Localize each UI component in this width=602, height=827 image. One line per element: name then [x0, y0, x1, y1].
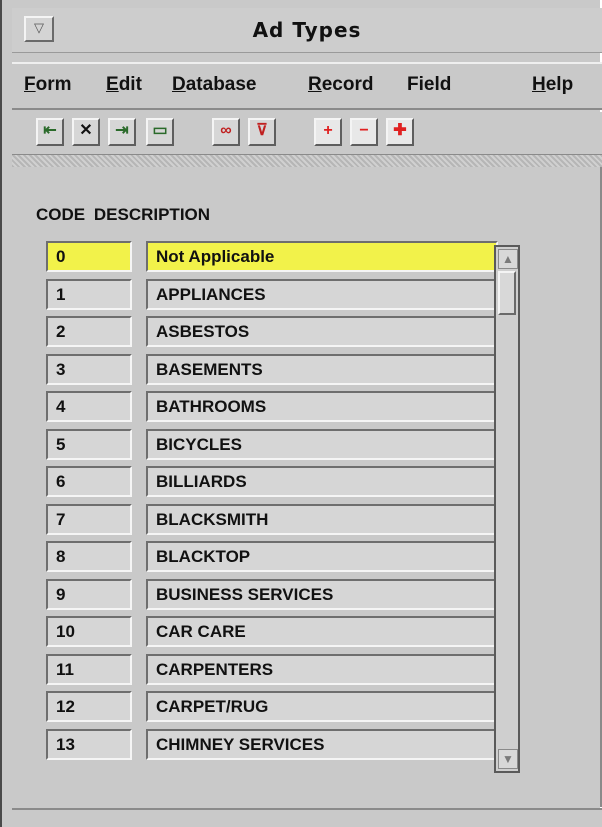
code-field[interactable]: 4: [46, 391, 132, 422]
column-headers: CODE DESCRIPTION: [36, 205, 214, 225]
menu-label: Database: [172, 74, 257, 95]
menu-help[interactable]: Help: [532, 74, 573, 96]
enter-query-icon: ⇥: [115, 122, 129, 139]
column-header-description: DESCRIPTION: [93, 205, 211, 224]
enter-query-button[interactable]: ⇥: [108, 118, 136, 146]
separator-hatch: [12, 155, 602, 167]
screen-icon: ▭: [152, 122, 168, 139]
menu-label: Help: [532, 74, 574, 95]
description-field[interactable]: BATHROOMS: [146, 391, 498, 422]
code-field[interactable]: 11: [46, 653, 132, 685]
vertical-scrollbar[interactable]: ▲ ▼: [494, 245, 520, 773]
description-field[interactable]: CAR CARE: [146, 616, 498, 647]
query-filter-icon: ⊽: [256, 122, 268, 139]
code-field[interactable]: 12: [46, 691, 132, 722]
exit-form-icon: ⇤: [43, 122, 57, 139]
remove-record-button[interactable]: −: [350, 118, 378, 146]
description-field[interactable]: APPLIANCES: [146, 278, 498, 310]
menu-label: Field: [407, 74, 452, 95]
duplicate-record-icon: ✚: [393, 122, 407, 139]
description-field[interactable]: Not Applicable: [146, 241, 498, 272]
description-field[interactable]: BICYCLES: [146, 428, 498, 460]
menu-bar: Form Edit Database Record Field Help: [12, 62, 602, 110]
window-title: Ad Types: [252, 18, 362, 42]
code-field[interactable]: 6: [46, 466, 132, 497]
remove-record-icon: −: [359, 122, 369, 139]
menu-label: Record: [308, 74, 374, 95]
glasses-view-button[interactable]: ∞: [212, 118, 240, 146]
title-bar[interactable]: ▽ Ad Types: [12, 8, 602, 53]
code-field[interactable]: 9: [46, 578, 132, 610]
description-field[interactable]: BLACKTOP: [146, 541, 498, 572]
toolbar: ⇤ ✕ ⇥ ▭ ∞ ⊽ + − ✚: [12, 112, 602, 155]
column-header-code: CODE: [36, 205, 86, 224]
screen-button[interactable]: ▭: [146, 118, 174, 146]
scroll-down-icon[interactable]: ▼: [498, 749, 518, 769]
code-field[interactable]: 1: [46, 278, 132, 310]
scroll-up-icon[interactable]: ▲: [498, 249, 518, 269]
menu-field[interactable]: Field: [407, 74, 451, 96]
menu-database[interactable]: Database: [172, 74, 257, 96]
code-field[interactable]: 2: [46, 316, 132, 347]
description-field[interactable]: CARPENTERS: [146, 653, 498, 685]
description-field[interactable]: BLACKSMITH: [146, 503, 498, 535]
code-field[interactable]: 5: [46, 428, 132, 460]
exit-form-button[interactable]: ⇤: [36, 118, 64, 146]
code-field[interactable]: 0: [46, 241, 132, 272]
menu-label: Form: [24, 74, 72, 95]
ad-types-window: ▽ Ad Types Form Edit Database Record Field He…: [0, 0, 602, 827]
code-field[interactable]: 8: [46, 541, 132, 572]
delete-x-icon: ✕: [79, 122, 93, 139]
code-field[interactable]: 3: [46, 353, 132, 385]
menu-edit[interactable]: Edit: [106, 74, 142, 96]
menu-record[interactable]: Record: [308, 74, 373, 96]
scroll-thumb[interactable]: [498, 271, 516, 315]
menu-form[interactable]: Form: [24, 74, 72, 96]
description-field[interactable]: BASEMENTS: [146, 353, 498, 385]
menu-label: Edit: [106, 74, 142, 95]
description-field[interactable]: CARPET/RUG: [146, 691, 498, 722]
form-panel: CODE DESCRIPTION 0 Not Applicable 1 APPLIAN…: [12, 167, 602, 807]
code-field[interactable]: 7: [46, 503, 132, 535]
code-field[interactable]: 13: [46, 728, 132, 760]
add-record-button[interactable]: +: [314, 118, 342, 146]
description-field[interactable]: BILLIARDS: [146, 466, 498, 497]
code-field[interactable]: 10: [46, 616, 132, 647]
add-record-icon: +: [323, 122, 333, 139]
delete-x-button[interactable]: ✕: [72, 118, 100, 146]
duplicate-record-button[interactable]: ✚: [386, 118, 414, 146]
status-bar: [12, 808, 602, 827]
description-field[interactable]: ASBESTOS: [146, 316, 498, 347]
description-field[interactable]: BUSINESS SERVICES: [146, 578, 498, 610]
description-field[interactable]: CHIMNEY SERVICES: [146, 728, 498, 760]
query-filter-button[interactable]: ⊽: [248, 118, 276, 146]
glasses-view-icon: ∞: [220, 122, 232, 139]
